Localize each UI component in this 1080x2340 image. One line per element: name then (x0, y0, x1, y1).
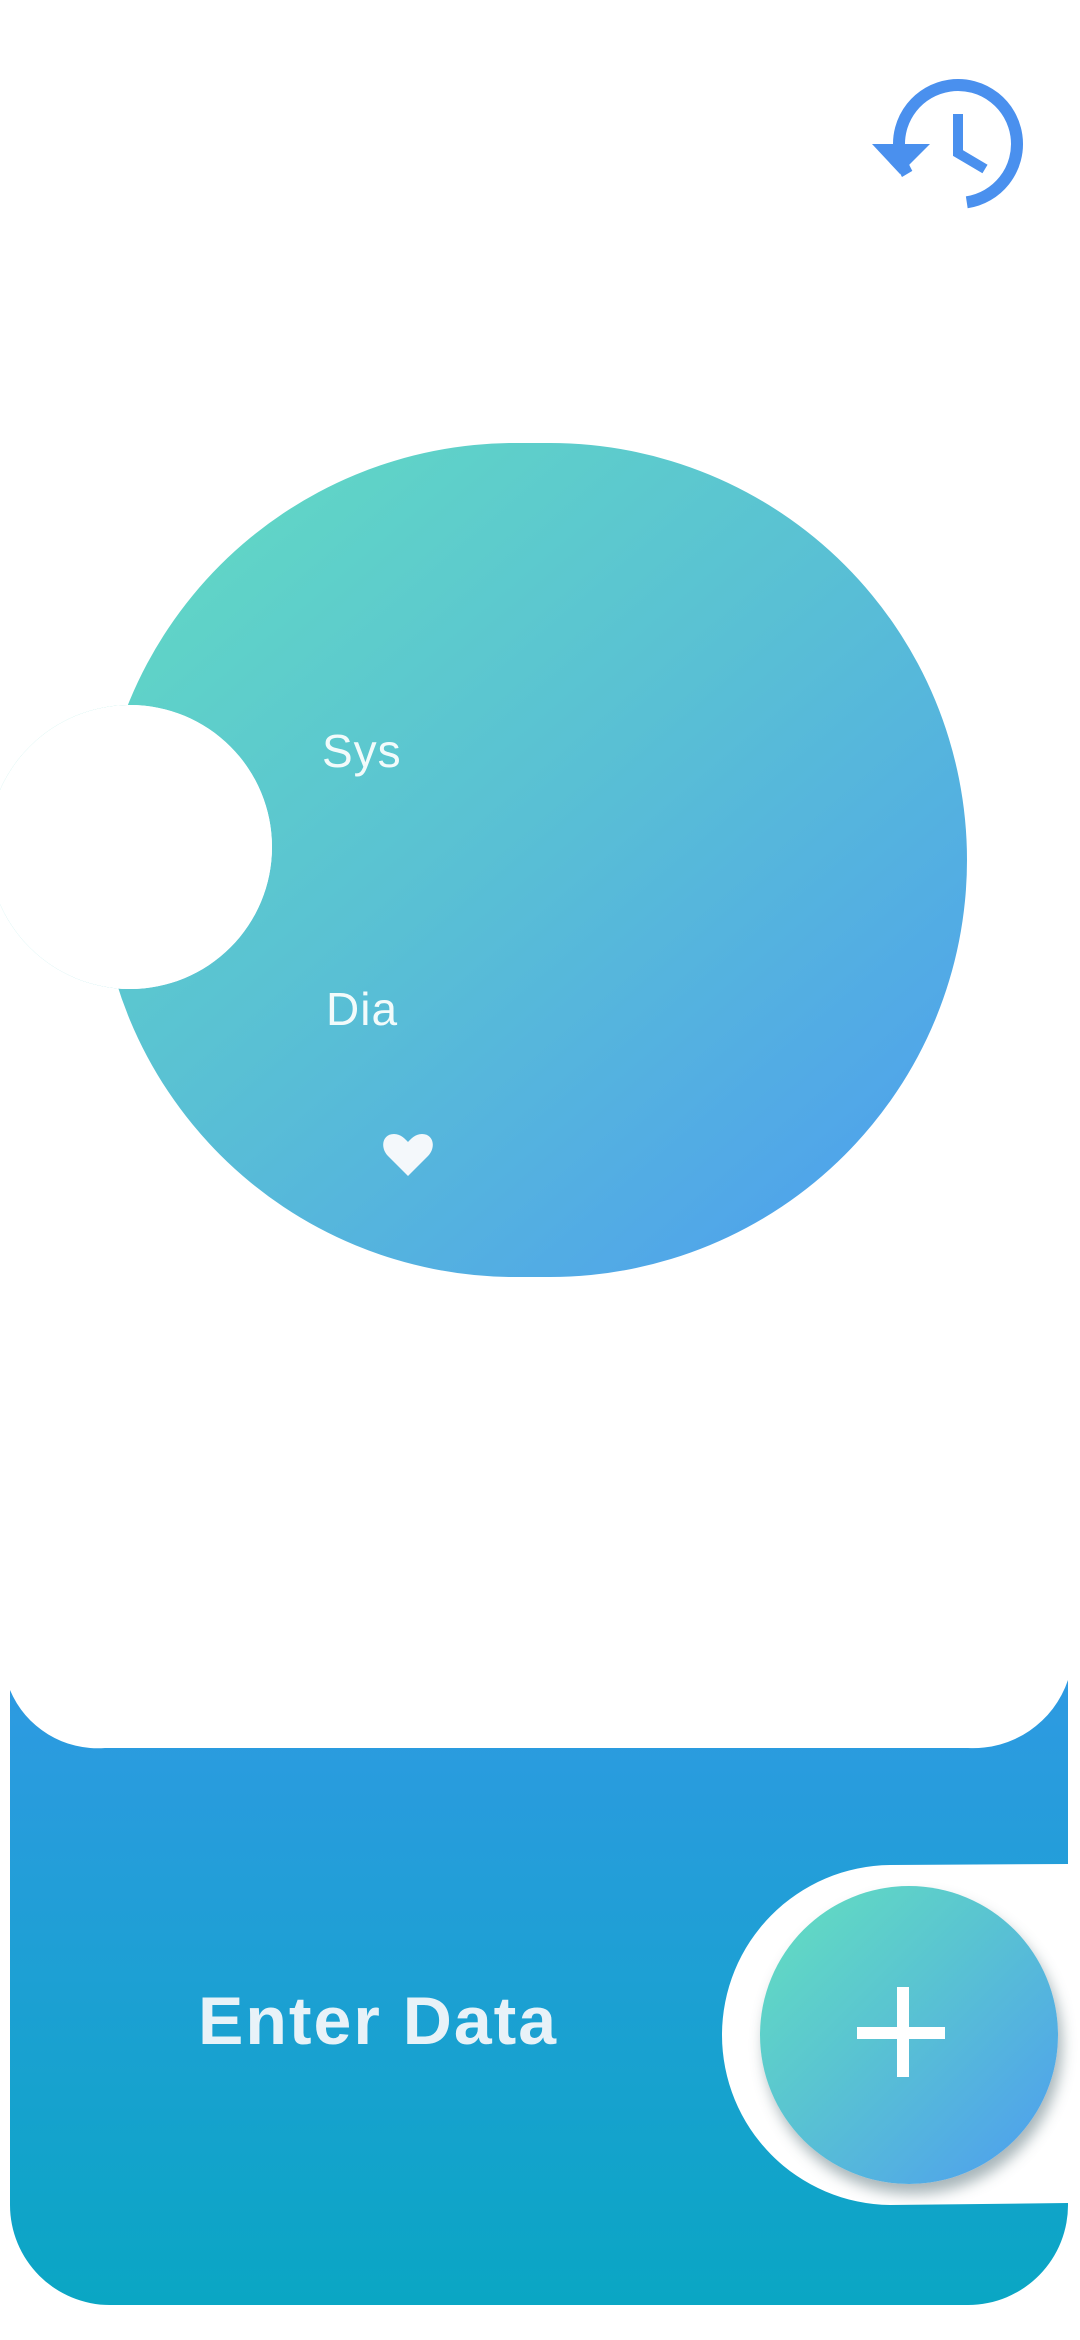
add-entry-button[interactable] (760, 1886, 1058, 2184)
heart-icon (380, 1124, 436, 1180)
systolic-label: Sys (322, 725, 402, 777)
enter-data-label[interactable]: Enter Data (198, 1982, 558, 2060)
diastolic-label: Dia (326, 983, 399, 1035)
blood-pressure-gauge (0, 0, 1080, 1300)
